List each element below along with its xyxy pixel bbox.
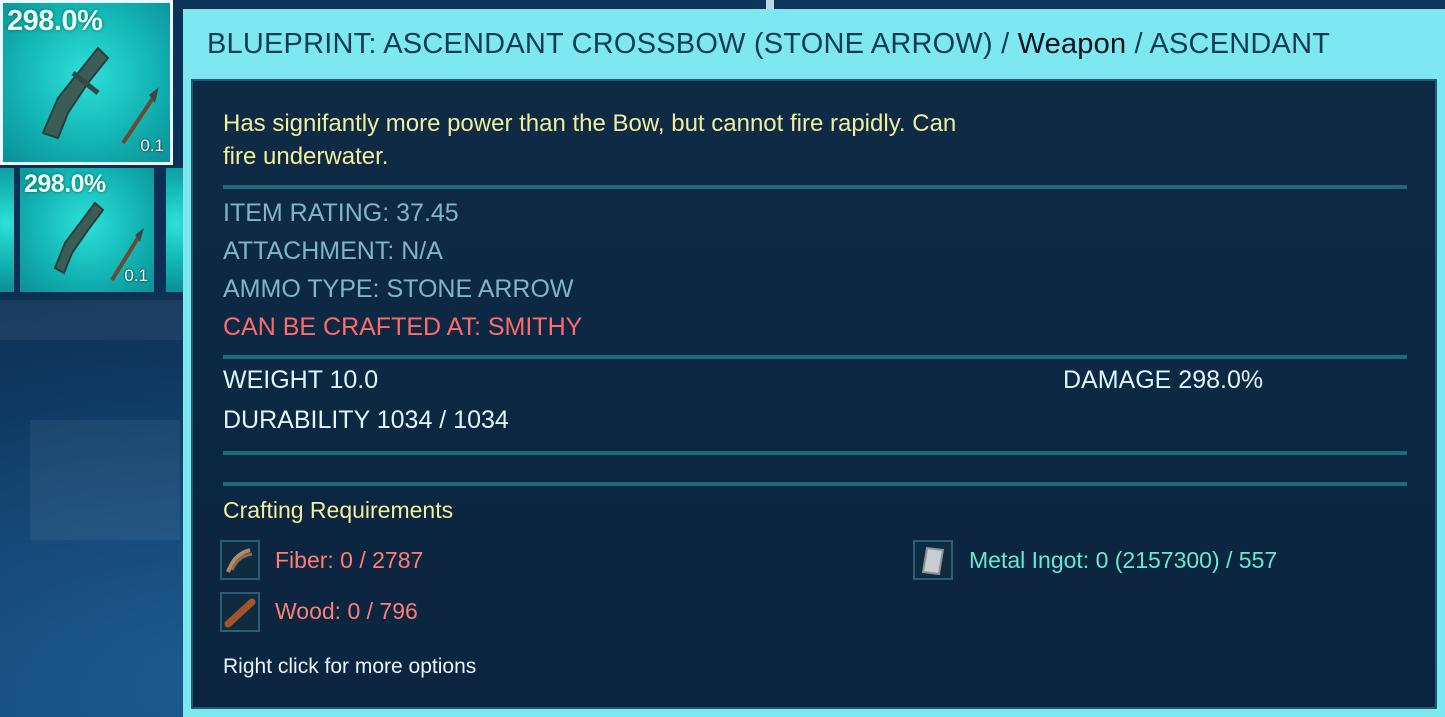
attachment: ATTACHMENT: N/A (223, 237, 443, 265)
divider (223, 355, 1407, 359)
item-quality: / ASCENDANT (1126, 28, 1331, 60)
item-name: BLUEPRINT: ASCENDANT CROSSBOW (STONE ARR… (207, 28, 1018, 60)
durability-stat: DURABILITY 1034 / 1034 (223, 406, 509, 434)
fiber-icon (220, 540, 260, 580)
wood-icon (220, 592, 260, 632)
weight-label: 0.1 (124, 266, 148, 285)
inventory-slot-selected[interactable]: 298.0% 0.1 (0, 0, 173, 165)
damage-percent-label: 298.0% (7, 5, 103, 37)
tooltip-title: BLUEPRINT: ASCENDANT CROSSBOW (STONE ARR… (207, 28, 1330, 61)
ammo-type: AMMO TYPE: STONE ARROW (223, 275, 574, 303)
crafting-station: CAN BE CRAFTED AT: SMITHY (223, 313, 583, 341)
requirement-wood: Wood: 0 / 796 (275, 598, 418, 624)
bg-panel-stripe (0, 300, 190, 340)
description-line: fire underwater. (223, 143, 389, 170)
metal-ingot-icon (913, 540, 953, 580)
requirement-fiber: Fiber: 0 / 2787 (275, 547, 424, 573)
damage-stat: DAMAGE 298.0% (1063, 366, 1264, 394)
item-rating: ITEM RATING: 37.45 (223, 199, 459, 227)
divider (223, 451, 1407, 455)
weight-stat: WEIGHT 10.0 (223, 366, 379, 394)
tooltip-body: Has signifantly more power than the Bow,… (191, 79, 1437, 709)
item-tooltip: BLUEPRINT: ASCENDANT CROSSBOW (STONE ARR… (183, 9, 1445, 717)
inventory-slot[interactable]: 298.0% 0.1 (20, 168, 154, 292)
item-type: Weapon (1017, 28, 1127, 60)
bg-panel-block (30, 420, 180, 540)
context-hint: Right click for more options (223, 655, 477, 678)
inventory-slot-partial[interactable] (0, 168, 14, 292)
weight-label: 0.1 (140, 136, 164, 155)
divider (223, 185, 1407, 189)
description-line: Has signifantly more power than the Bow,… (223, 110, 957, 137)
requirement-metal-ingot: Metal Ingot: 0 (2157300) / 557 (969, 547, 1278, 573)
crafting-requirements-header: Crafting Requirements (223, 497, 454, 523)
damage-percent-label: 298.0% (24, 170, 106, 198)
divider (223, 482, 1407, 486)
item-description: Has signifantly more power than the Bow,… (223, 107, 956, 173)
